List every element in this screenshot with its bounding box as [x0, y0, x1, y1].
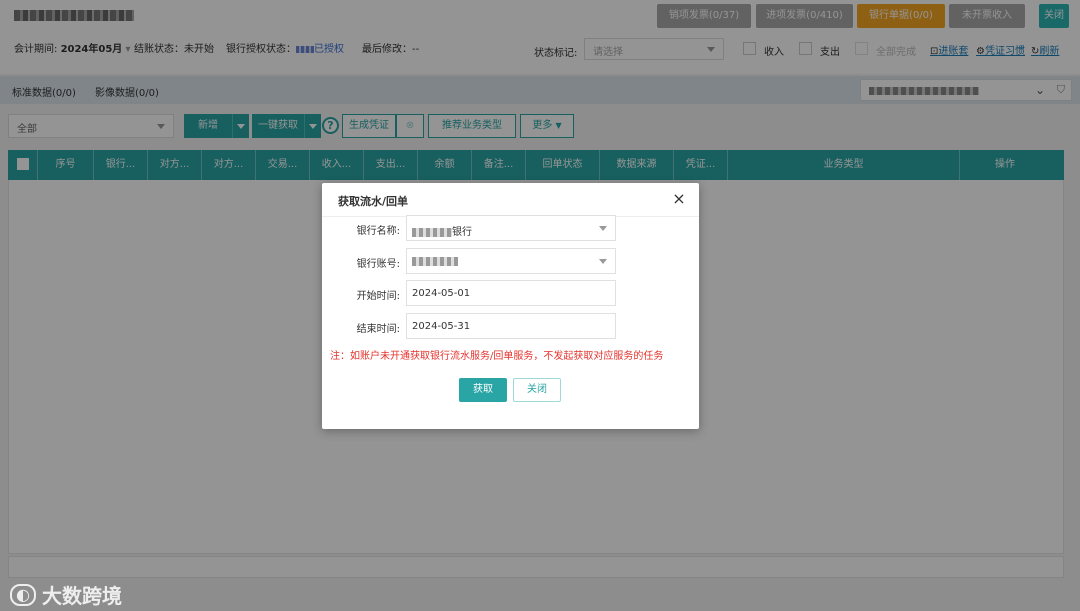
- dialog-close-button[interactable]: 关闭: [513, 378, 561, 402]
- bank-account-select[interactable]: [406, 248, 616, 274]
- bank-name-select[interactable]: 银行: [406, 215, 616, 241]
- service-note: 注：如账户未开通获取银行流水服务/回单服务，不发起获取对应服务的任务: [330, 351, 664, 362]
- fetch-statement-dialog: 获取流水/回单 × 银行名称: 银行 银行账号: 开始时间: 2024-05-0…: [322, 183, 699, 429]
- end-date-row: 结束时间: 2024-05-31: [322, 313, 699, 339]
- end-date-input[interactable]: 2024-05-31: [406, 313, 616, 339]
- close-icon[interactable]: ×: [671, 191, 687, 207]
- fetch-confirm-button[interactable]: 获取: [459, 378, 507, 402]
- bank-name-row: 银行名称: 银行: [322, 215, 699, 241]
- watermark: ◐ 大数跨境: [10, 580, 122, 609]
- start-date-row: 开始时间: 2024-05-01: [322, 280, 699, 306]
- start-date-input[interactable]: 2024-05-01: [406, 280, 616, 306]
- bank-account-row: 银行账号:: [322, 248, 699, 274]
- watermark-logo-icon: ◐: [10, 583, 36, 606]
- chevron-down-icon: [599, 226, 607, 231]
- chevron-down-icon: [599, 259, 607, 264]
- dialog-title: 获取流水/回单: [338, 195, 409, 208]
- dialog-header: 获取流水/回单 ×: [322, 183, 699, 217]
